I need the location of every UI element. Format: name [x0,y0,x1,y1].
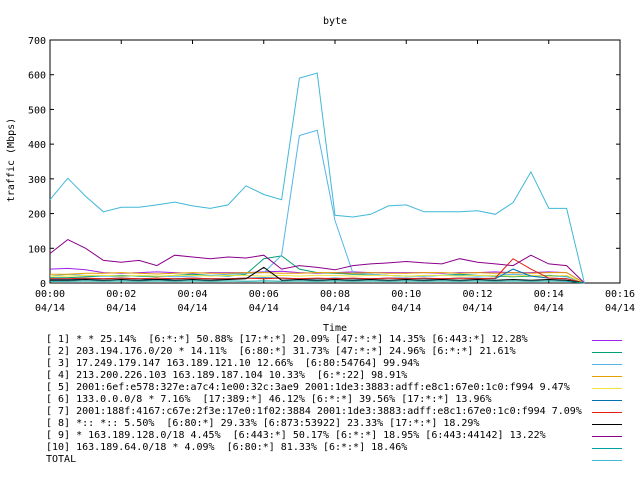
chart-title: byte [323,16,347,27]
y-tick-label: 700 [28,36,46,47]
legend-swatch [592,412,622,413]
y-tick-label: 200 [28,210,46,221]
legend-label: [ 6] 133.0.0.0/8 * 7.16% [17:389:*] 46.1… [46,394,492,405]
legend-swatch [592,448,622,449]
x-tick-label-date: 04/14 [106,303,136,314]
legend-swatch [592,340,622,341]
x-tick-label-time: 00:16 [605,289,635,300]
legend-swatch [592,424,622,425]
plot-frame [49,39,621,284]
legend-swatch [592,460,622,461]
legend-swatch [592,436,622,437]
x-tick-label-time: 00:04 [177,289,207,300]
x-tick-label-time: 00:00 [35,289,65,300]
series-line-3 [49,129,585,284]
y-tick-label: 100 [28,244,46,255]
series-line-11 [49,72,585,284]
x-tick-label-time: 00:08 [320,289,350,300]
legend-label: [ 3] 17.249.179.147 163.189.121.10 12.66… [46,358,420,369]
x-tick-label-date: 04/14 [35,303,65,314]
legend-label: [ 1] * * 25.14% [6:*:*] 50.88% [17:*:*] … [46,334,528,345]
legend-label: [ 2] 203.194.176.0/20 * 14.11% [6:80:*] … [46,346,516,357]
legend-swatch [592,400,622,401]
y-axis-label: traffic (Mbps) [6,118,17,202]
legend-label: [ 9] * 163.189.128.0/18 4.45% [6:443:*] … [46,430,546,441]
legend-swatch [592,388,622,389]
x-tick-label-time: 00:14 [534,289,564,300]
x-tick-label-date: 04/14 [605,303,635,314]
traffic-chart: byte traffic (Mbps) Time 010020030040050… [6,16,635,334]
x-axis-label: Time [323,323,347,334]
legend-swatch [592,352,622,353]
legend-swatch [592,376,622,377]
legend-label: [10] 163.189.64.0/18 * 4.09% [6:80:*] 81… [46,442,408,453]
legend-label: [ 8] *:: *:: 5.50% [6:80:*] 29.33% [6:87… [46,418,480,429]
x-tick-label-date: 04/14 [534,303,564,314]
legend-label: [ 4] 213.200.226.103 163.189.187.104 10.… [46,370,408,381]
x-tick-label-time: 00:06 [249,289,279,300]
x-tick-label-date: 04/14 [177,303,207,314]
x-tick-label-time: 00:10 [391,289,421,300]
x-tick-label-date: 04/14 [320,303,350,314]
y-tick-label: 500 [28,105,46,116]
y-tick-label: 400 [28,140,46,151]
legend-swatch [592,364,622,365]
y-tick-label: 600 [28,71,46,82]
legend-label: [ 7] 2001:188f:4167:c67e:2f3e:17e0:1f02:… [46,406,582,417]
x-tick-label-time: 00:12 [462,289,492,300]
x-tick-label-time: 00:02 [106,289,136,300]
y-tick-label: 300 [28,175,46,186]
x-tick-label-date: 04/14 [462,303,492,314]
legend-label: TOTAL [46,454,77,465]
x-tick-label-date: 04/14 [391,303,421,314]
x-tick-label-date: 04/14 [249,303,279,314]
legend-label: [ 5] 2001:6ef:e578:327e:a7c4:1e00:32c:3a… [46,382,570,393]
